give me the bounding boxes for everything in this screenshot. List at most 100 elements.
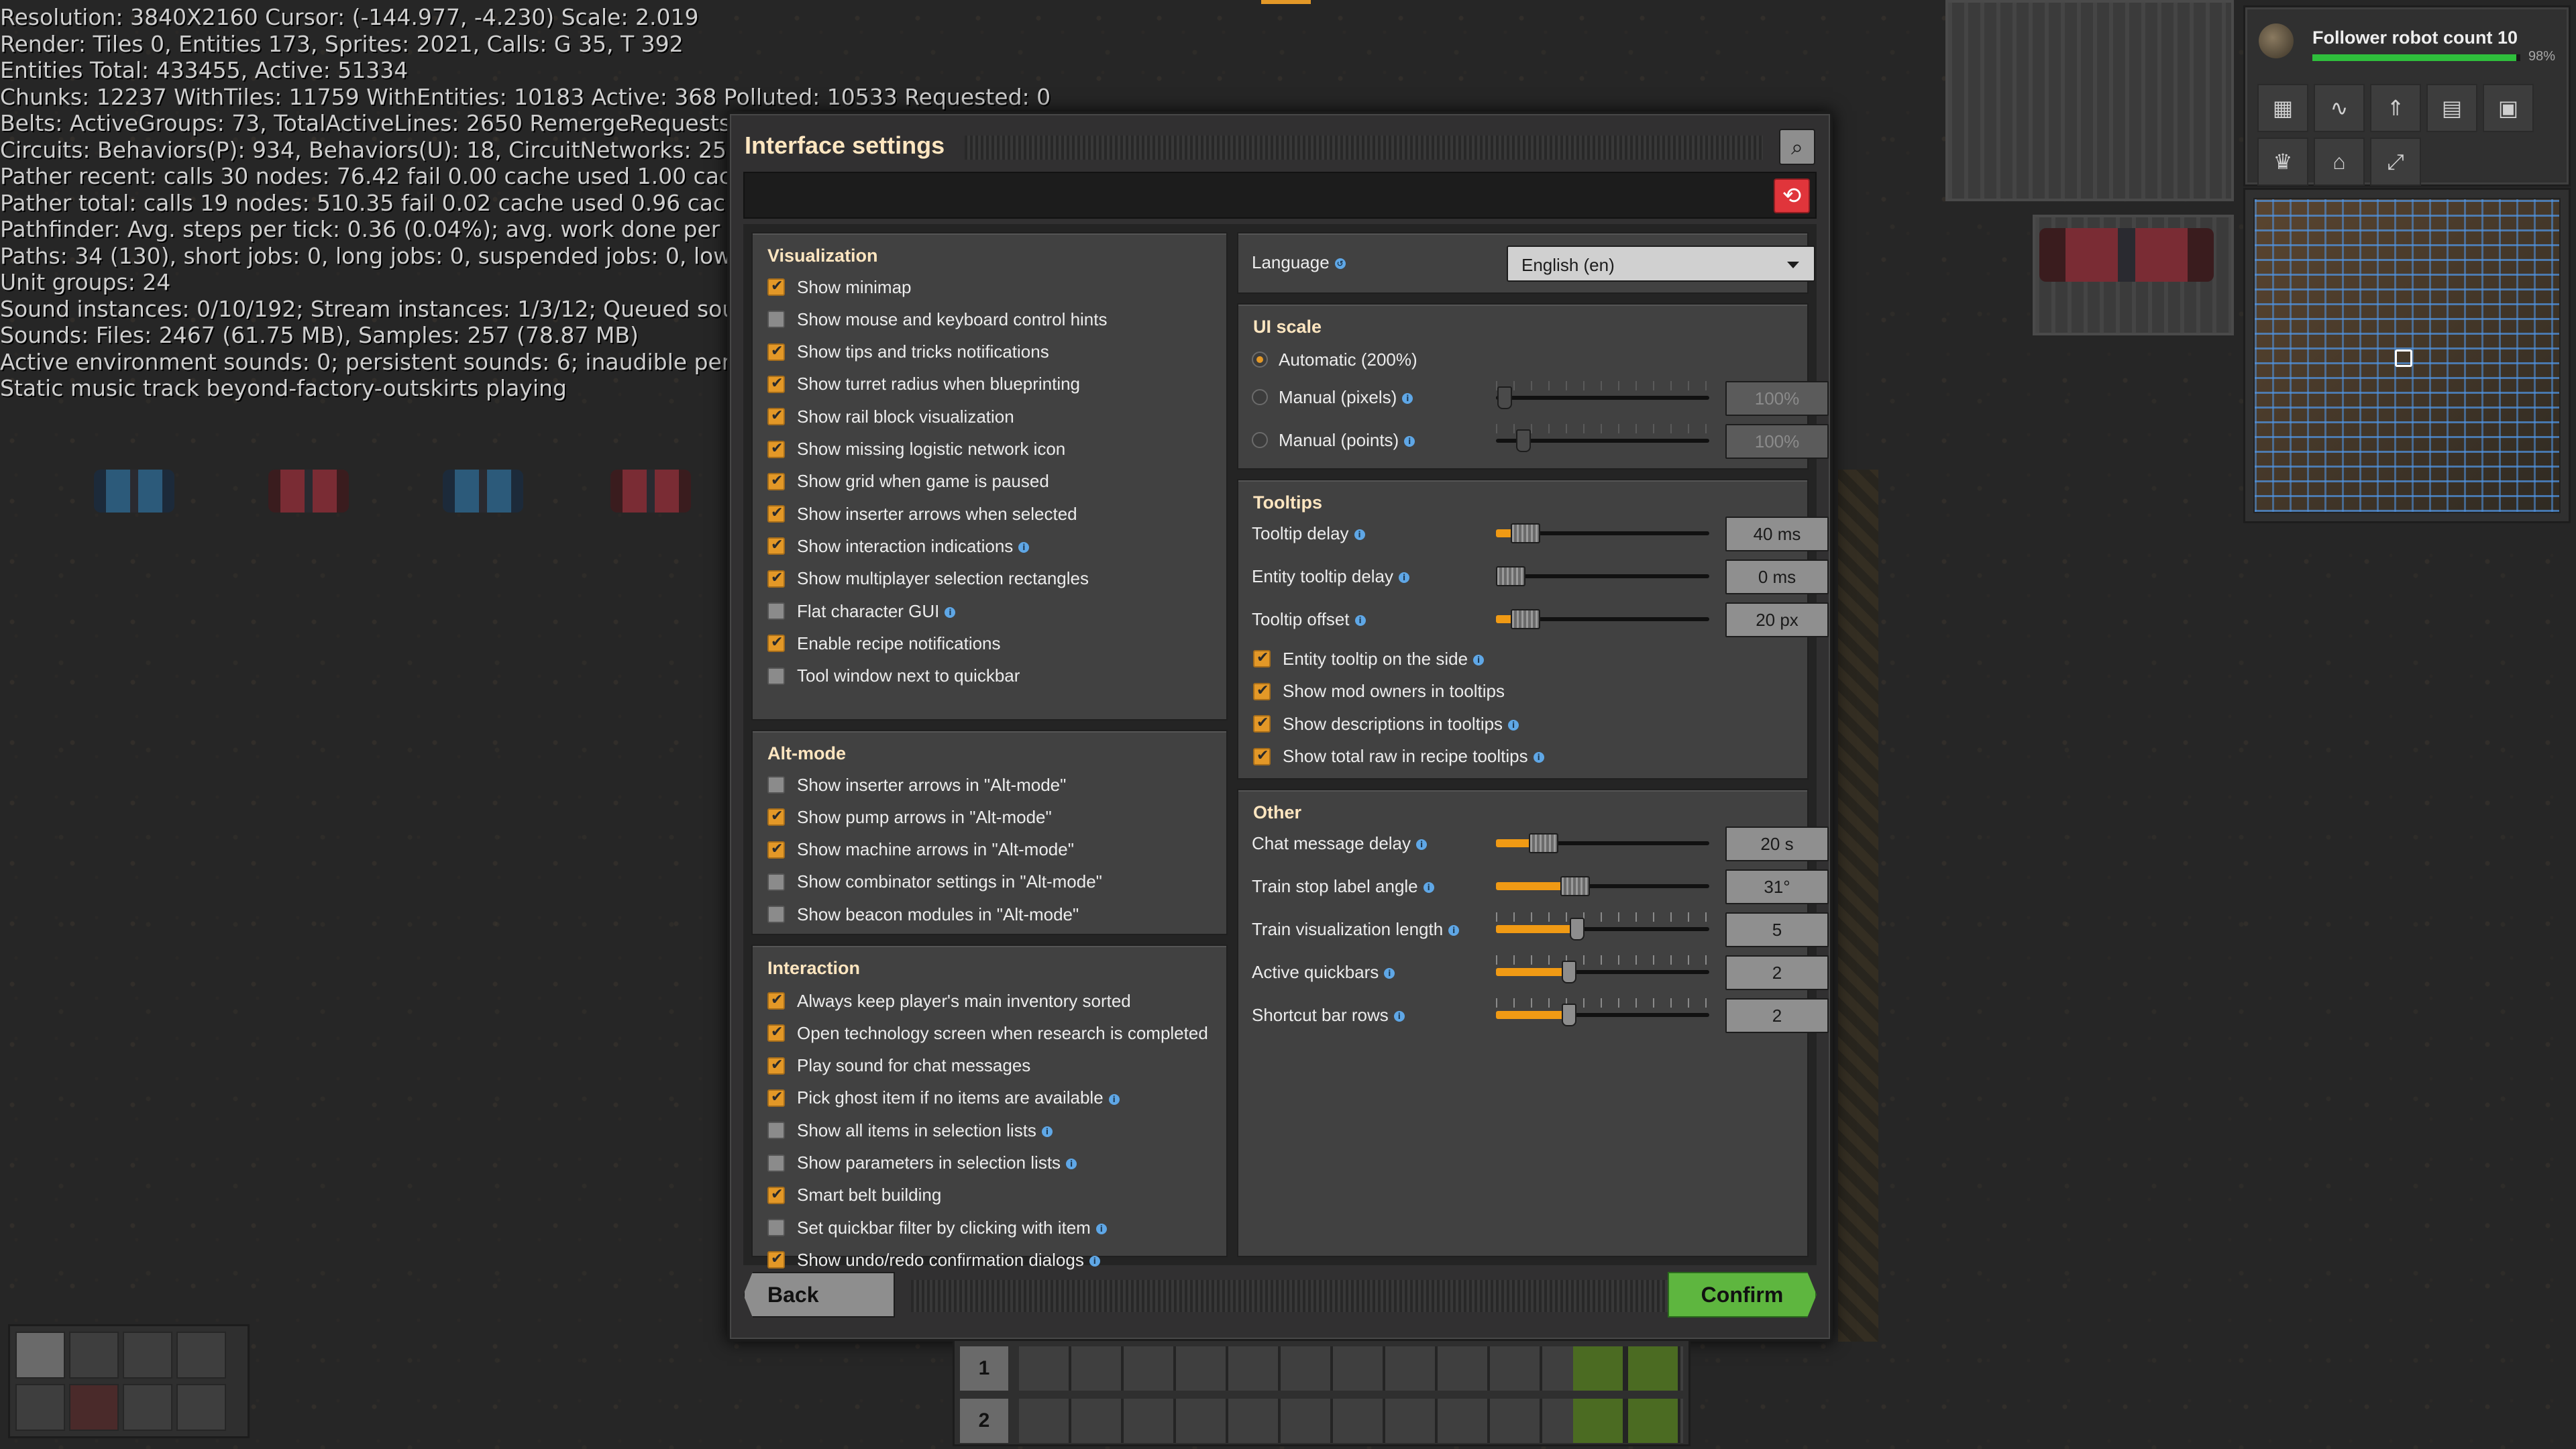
checkbox-checked[interactable] (767, 1024, 785, 1042)
checkbox-row[interactable]: Entity tooltip on the sidei (1253, 645, 1485, 672)
shortcut-button-icon[interactable]: ∿ (2314, 84, 2365, 132)
reset-button[interactable]: ⟲ (1774, 178, 1810, 213)
checkbox-checked[interactable] (767, 634, 785, 653)
character-slot[interactable] (15, 1332, 65, 1379)
checkbox-checked[interactable] (767, 440, 785, 458)
slider-value-box[interactable]: 0 ms (1725, 559, 1829, 594)
checkbox-row[interactable]: Show mouse and keyboard control hints (767, 306, 1108, 333)
ammo-slot[interactable] (176, 1384, 226, 1431)
checkbox-row[interactable]: Always keep player's main inventory sort… (767, 987, 1131, 1014)
checkbox-unchecked[interactable] (767, 1122, 785, 1140)
ui-scale-pixels-radio[interactable] (1252, 389, 1268, 405)
checkbox-checked[interactable] (767, 407, 785, 426)
slider[interactable] (1496, 609, 1709, 629)
checkbox-checked[interactable] (767, 278, 785, 296)
checkbox-row[interactable]: Show tips and tricks notifications (767, 339, 1049, 366)
checkbox-unchecked[interactable] (767, 906, 785, 924)
language-dropdown[interactable]: English (en) (1507, 246, 1815, 282)
drag-handle[interactable] (965, 136, 1763, 160)
weapon-slot[interactable] (69, 1332, 119, 1379)
weapon-slot[interactable] (176, 1332, 226, 1379)
checkbox-checked[interactable] (767, 537, 785, 555)
slider-value-box[interactable]: 20 px (1725, 602, 1829, 637)
shortcut-button-icon[interactable]: ▦ (2257, 84, 2308, 132)
bottom-drag-handle[interactable] (911, 1280, 1669, 1312)
checkbox-row[interactable]: Show machine arrows in "Alt-mode" (767, 837, 1074, 863)
checkbox-row[interactable]: Show descriptions in tooltipsi (1253, 710, 1519, 737)
checkbox-checked[interactable] (767, 472, 785, 490)
slider-value-box[interactable]: 2 (1725, 955, 1829, 990)
checkbox-row[interactable]: Show mod owners in tooltips (1253, 678, 1505, 705)
slider-value-box[interactable]: 5 (1725, 912, 1829, 947)
checkbox-row[interactable]: Show total raw in recipe tooltipsi (1253, 743, 1544, 770)
checkbox-row[interactable]: Play sound for chat messages (767, 1053, 1030, 1079)
checkbox-row[interactable]: Show combinator settings in "Alt-mode" (767, 869, 1102, 896)
checkbox-row[interactable]: Show rail block visualization (767, 403, 1014, 430)
checkbox-row[interactable]: Show inserter arrows when selected (767, 500, 1077, 527)
checkbox-checked[interactable] (1253, 714, 1271, 733)
slider-value-box[interactable]: 20 s (1725, 826, 1829, 861)
ui-scale-points-radio[interactable] (1252, 432, 1268, 448)
checkbox-checked[interactable] (767, 504, 785, 523)
checkbox-row[interactable]: Flat character GUI i (767, 598, 956, 625)
checkbox-unchecked[interactable] (767, 602, 785, 620)
slider[interactable] (1496, 912, 1709, 941)
checkbox-checked[interactable] (767, 570, 785, 588)
quickbar-row-number[interactable]: 1 (960, 1346, 1008, 1391)
checkbox-row[interactable]: Set quickbar filter by clicking with ite… (767, 1214, 1107, 1241)
ui-scale-automatic-radio[interactable] (1252, 352, 1268, 368)
checkbox-checked[interactable] (1253, 682, 1271, 700)
checkbox-unchecked[interactable] (767, 667, 785, 685)
checkbox-unchecked[interactable] (767, 1219, 785, 1237)
checkbox-row[interactable]: Show interaction indicationsi (767, 533, 1030, 559)
checkbox-row[interactable]: Enable recipe notifications (767, 630, 1001, 657)
slider[interactable] (1496, 955, 1709, 983)
slider-handle[interactable] (1510, 609, 1540, 629)
shortcut-button-icon[interactable]: ▤ (2426, 84, 2477, 132)
slider-value-box[interactable]: 31° (1725, 869, 1829, 904)
tool-slots[interactable] (1573, 1399, 1680, 1443)
checkbox-unchecked[interactable] (767, 873, 785, 891)
armor-slot[interactable] (15, 1384, 65, 1431)
slider[interactable] (1496, 523, 1709, 543)
slider[interactable] (1496, 876, 1709, 896)
shortcut-button-icon[interactable]: ⌂ (2314, 138, 2365, 186)
checkbox-checked[interactable] (767, 1089, 785, 1107)
checkbox-unchecked[interactable] (767, 776, 785, 794)
ui-scale-points-value[interactable]: 100% (1725, 424, 1829, 459)
slider-value-box[interactable]: 40 ms (1725, 517, 1829, 551)
minimap[interactable] (2253, 198, 2561, 513)
checkbox-checked[interactable] (1253, 649, 1271, 667)
checkbox-row[interactable]: Pick ghost item if no items are availabl… (767, 1085, 1120, 1112)
tool-slots[interactable] (1573, 1346, 1680, 1391)
checkbox-row[interactable]: Show multiplayer selection rectangles (767, 566, 1089, 592)
ammo-slot[interactable] (69, 1384, 119, 1431)
slider-handle[interactable] (1560, 876, 1590, 896)
checkbox-checked[interactable] (767, 808, 785, 826)
ui-scale-automatic-row[interactable]: Automatic (200%) (1252, 343, 1794, 377)
checkbox-checked[interactable] (767, 1057, 785, 1075)
checkbox-checked[interactable] (1253, 747, 1271, 765)
ui-scale-pixels-slider[interactable] (1496, 381, 1709, 409)
checkbox-unchecked[interactable] (767, 311, 785, 329)
confirm-button[interactable]: Confirm (1668, 1272, 1817, 1318)
slider[interactable] (1496, 998, 1709, 1026)
checkbox-checked[interactable] (767, 343, 785, 361)
checkbox-row[interactable]: Show all items in selection lists i (767, 1117, 1053, 1144)
search-button[interactable]: ⌕ (1779, 129, 1815, 165)
checkbox-row[interactable]: Show beacon modules in "Alt-mode" (767, 901, 1079, 928)
back-button[interactable]: Back (743, 1272, 895, 1318)
slider[interactable] (1496, 833, 1709, 853)
checkbox-checked[interactable] (767, 375, 785, 393)
checkbox-row[interactable]: Show turret radius when blueprinting (767, 371, 1080, 398)
checkbox-checked[interactable] (767, 1250, 785, 1269)
shortcut-button-icon[interactable]: ⇑ (2370, 84, 2421, 132)
shortcut-button-icon[interactable]: ▣ (2483, 84, 2534, 132)
ui-scale-pixels-value[interactable]: 100% (1725, 381, 1829, 416)
slider-handle[interactable] (1561, 1004, 1576, 1026)
checkbox-row[interactable]: Tool window next to quickbar (767, 663, 1020, 690)
weapon-slot[interactable] (123, 1332, 172, 1379)
ammo-slot[interactable] (123, 1384, 172, 1431)
checkbox-checked[interactable] (767, 1186, 785, 1204)
checkbox-row[interactable]: Open technology screen when research is … (767, 1020, 1208, 1046)
